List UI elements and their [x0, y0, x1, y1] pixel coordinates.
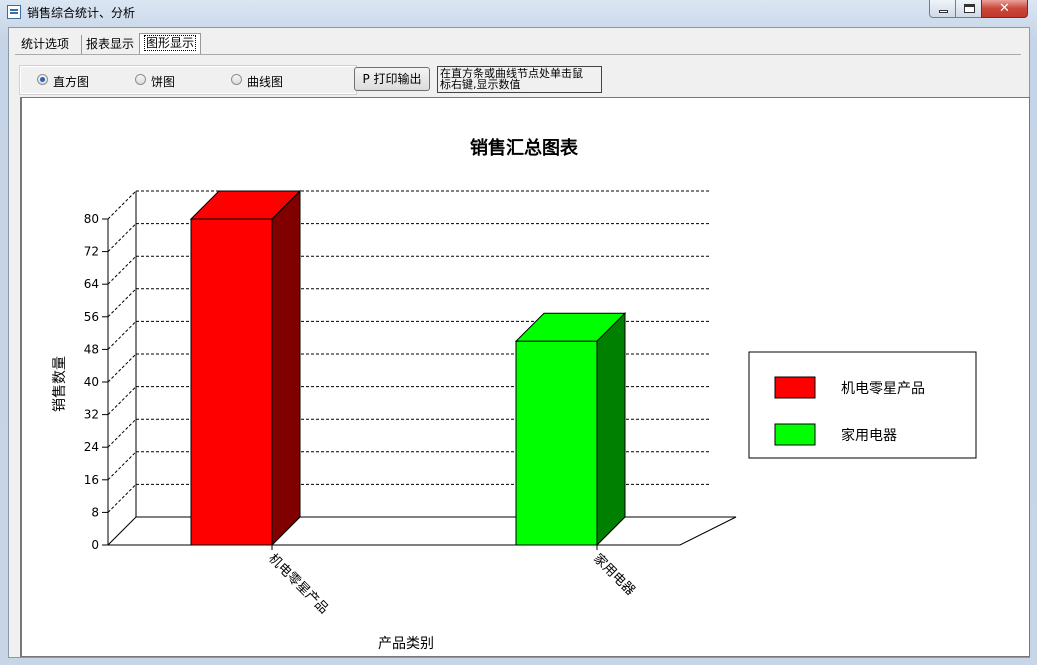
- legend-label: 家用电器: [841, 427, 897, 444]
- chart-area: 销售汇总图表 0 8 16 24 32 40 48 56 64 72 80 机电零星产品 家用电器 产品类别…: [20, 97, 1030, 657]
- tab-report-display[interactable]: 报表显示: [81, 35, 138, 54]
- print-button[interactable]: P 打印输出: [354, 67, 430, 91]
- gridline-diagonal: [107, 255, 137, 285]
- x-axis-label: 产品类别: [378, 636, 434, 652]
- hint-line-2: 标右键,显示数值: [440, 78, 521, 91]
- radio-pie-label: 饼图: [151, 75, 176, 89]
- radio-dot: [231, 74, 242, 85]
- gridline-diagonal: [107, 484, 137, 513]
- client-area: 统计选项 报表显示 图形显示 直方图 饼图 曲线图 P 打印输出 在直方条或曲线…: [8, 27, 1030, 658]
- gridline-diagonal: [107, 321, 137, 350]
- y-tick-label: 72: [84, 245, 99, 259]
- y-tick-label: 0: [91, 538, 99, 552]
- window-title: 销售综合统计、分析: [27, 6, 136, 20]
- app-icon: [7, 5, 21, 19]
- gridline-diagonal: [107, 386, 137, 415]
- y-axis-label: 销售数量: [52, 356, 68, 412]
- close-button[interactable]: [981, 0, 1028, 18]
- radio-dot-selected: [37, 74, 48, 85]
- chart-type-group: 直方图 饼图 曲线图: [19, 65, 357, 95]
- y-tick-label: 56: [84, 310, 99, 324]
- y-tick-label: 48: [84, 342, 99, 356]
- gridline-diagonal: [107, 223, 137, 252]
- y-tick-label: 8: [91, 505, 99, 519]
- gridline-diagonal: [107, 353, 137, 383]
- bar: [190, 218, 273, 546]
- x-tick-label: 机电零星产品: [265, 551, 331, 617]
- legend-swatch: [774, 376, 816, 399]
- tab-stat-options[interactable]: 统计选项: [17, 35, 73, 54]
- hint-box: 在直方条或曲线节点处单击鼠 标右键,显示数值: [437, 66, 602, 93]
- maximize-button[interactable]: [955, 0, 982, 18]
- minimize-button[interactable]: [929, 0, 956, 18]
- app-window: 销售综合统计、分析 统计选项 报表显示 图形显示 直方图 饼图 曲线图: [0, 0, 1037, 665]
- bar-side: [271, 189, 301, 547]
- y-tick-label: 24: [84, 440, 99, 454]
- legend-swatch: [774, 423, 816, 446]
- radio-curve-label: 曲线图: [247, 75, 284, 89]
- x-tick-label: 家用电器: [590, 551, 638, 599]
- title-bar[interactable]: 销售综合统计、分析: [0, 0, 1037, 24]
- tab-graph-display[interactable]: 图形显示: [139, 33, 202, 55]
- gridline-diagonal: [107, 451, 137, 481]
- bar-side: [596, 312, 626, 547]
- bar: [515, 340, 598, 546]
- legend-label: 机电零星产品: [841, 381, 925, 397]
- gridline-diagonal: [107, 418, 137, 448]
- radio-histogram-label: 直方图: [53, 75, 90, 89]
- gridline-diagonal: [107, 288, 137, 318]
- y-tick-label: 32: [84, 408, 99, 422]
- chart-title: 销售汇总图表: [470, 137, 579, 159]
- gridline-diagonal: [107, 190, 137, 220]
- y-tick-label: 16: [84, 473, 99, 487]
- y-tick-label: 64: [84, 277, 99, 291]
- y-tick-label: 80: [84, 212, 99, 226]
- tab-graph-display-label: 图形显示: [144, 35, 197, 51]
- y-tick-label: 40: [84, 375, 99, 389]
- radio-dot: [135, 74, 146, 85]
- bar-chart: 销售汇总图表08162432404856647280机电零星产品 家用电器产品类别…: [52, 137, 977, 652]
- tab-panel-border: [15, 54, 1021, 55]
